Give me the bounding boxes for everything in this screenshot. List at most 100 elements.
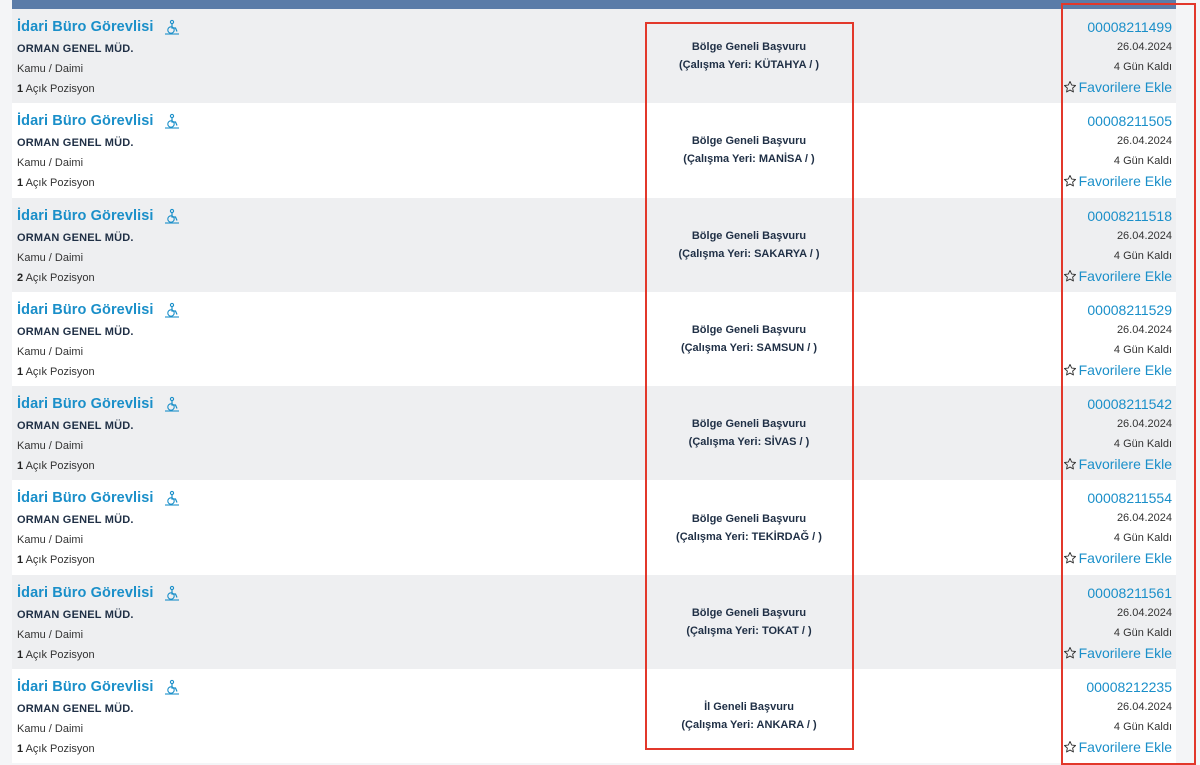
employer-name: ORMAN GENEL MÜD. xyxy=(17,231,134,244)
job-title-link[interactable]: İdari Büro Görevlisi xyxy=(17,679,154,695)
add-to-favorites-label: Favorilere Ekle xyxy=(1078,456,1172,473)
open-positions-count: 1 xyxy=(17,83,24,95)
add-to-favorites-label: Favorilere Ekle xyxy=(1078,550,1172,567)
job-title-link[interactable]: İdari Büro Görevlisi xyxy=(17,302,154,318)
listing-number-link[interactable]: 00008211529 xyxy=(1063,300,1172,320)
job-info: İdari Büro Görevlisi ORMAN GENEL MÜD. Ka… xyxy=(17,583,180,663)
add-to-favorites-button[interactable]: Favorilere Ekle xyxy=(1063,737,1172,757)
job-title-line: İdari Büro Görevlisi xyxy=(17,488,180,508)
job-info: İdari Büro Görevlisi ORMAN GENEL MÜD. Ka… xyxy=(17,206,180,286)
employer-name: ORMAN GENEL MÜD. xyxy=(17,43,134,55)
listing-number-link[interactable]: 00008211561 xyxy=(1063,583,1172,603)
listing-number-link[interactable]: 00008211499 xyxy=(1063,17,1172,37)
application-scope: Bölge Geneli Başvuru (Çalışma Yeri: TOKA… xyxy=(645,575,853,669)
open-positions-label: Açık Pozisyon xyxy=(25,271,95,284)
listing-number-link[interactable]: 00008211518 xyxy=(1063,206,1172,226)
work-location: (Çalışma Yeri: TOKAT / ) xyxy=(686,624,812,637)
employment-type: Kamu / Daimi xyxy=(17,723,84,736)
employment-type: Kamu / Daimi xyxy=(17,628,84,641)
wheelchair-accessibility-icon xyxy=(164,396,180,412)
open-positions-label: Açık Pozisyon xyxy=(25,460,95,473)
open-positions: 1 Açık Pozisyon xyxy=(17,741,180,757)
application-scope: Bölge Geneli Başvuru (Çalışma Yeri: TEKİ… xyxy=(645,480,853,574)
open-positions: 1 Açık Pozisyon xyxy=(17,81,180,97)
job-title-line: İdari Büro Görevlisi xyxy=(17,583,180,603)
add-to-favorites-button[interactable]: Favorilere Ekle xyxy=(1063,454,1172,474)
work-location: (Çalışma Yeri: ANKARA / ) xyxy=(681,719,817,732)
job-title-link[interactable]: İdari Büro Görevlisi xyxy=(17,113,154,129)
listing-number-link[interactable]: 00008211505 xyxy=(1063,111,1172,131)
listing-meta: 00008211542 26.04.2024 4 Gün Kaldı Favor… xyxy=(1063,394,1172,474)
listing-number-link[interactable]: 00008211542 xyxy=(1063,394,1172,414)
listing-number-link[interactable]: 00008212235 xyxy=(1063,677,1172,697)
employer-name: ORMAN GENEL MÜD. xyxy=(17,420,134,433)
employment-type: Kamu / Daimi xyxy=(17,440,84,453)
employer-name: ORMAN GENEL MÜD. xyxy=(17,608,134,621)
star-icon xyxy=(1063,174,1077,188)
days-remaining: 4 Gün Kaldı xyxy=(1113,721,1172,734)
add-to-favorites-button[interactable]: Favorilere Ekle xyxy=(1063,77,1172,97)
job-title-link[interactable]: İdari Büro Görevlisi xyxy=(17,19,154,35)
job-title-line: İdari Büro Görevlisi xyxy=(17,394,180,414)
scope-label: Bölge Geneli Başvuru xyxy=(691,606,807,619)
employer-name: ORMAN GENEL MÜD. xyxy=(17,514,134,527)
job-listing-row: İdari Büro Görevlisi ORMAN GENEL MÜD. Ka… xyxy=(12,197,1176,292)
listing-number-link[interactable]: 00008211554 xyxy=(1063,488,1172,508)
open-positions-label: Açık Pozisyon xyxy=(25,365,95,378)
add-to-favorites-button[interactable]: Favorilere Ekle xyxy=(1063,548,1172,568)
wheelchair-accessibility-icon xyxy=(164,679,180,695)
listing-date: 26.04.2024 xyxy=(1116,135,1172,148)
listing-meta: 00008212235 26.04.2024 4 Gün Kaldı Favor… xyxy=(1063,677,1172,757)
application-scope: Bölge Geneli Başvuru (Çalışma Yeri: MANİ… xyxy=(645,103,853,197)
add-to-favorites-button[interactable]: Favorilere Ekle xyxy=(1063,360,1172,380)
open-positions-count: 1 xyxy=(17,365,24,378)
employment-type: Kamu / Daimi xyxy=(17,534,84,547)
work-location: (Çalışma Yeri: SİVAS / ) xyxy=(688,436,810,449)
days-remaining: 4 Gün Kaldı xyxy=(1113,249,1172,262)
listing-date: 26.04.2024 xyxy=(1116,701,1172,714)
job-title-link[interactable]: İdari Büro Görevlisi xyxy=(17,396,154,412)
scope-label: Bölge Geneli Başvuru xyxy=(691,512,807,525)
employment-type: Kamu / Daimi xyxy=(17,251,84,264)
wheelchair-accessibility-icon xyxy=(164,113,180,129)
job-listing-row: İdari Büro Görevlisi ORMAN GENEL MÜD. Ka… xyxy=(12,386,1176,481)
add-to-favorites-button[interactable]: Favorilere Ekle xyxy=(1063,171,1172,191)
listing-date: 26.04.2024 xyxy=(1116,418,1172,431)
star-icon xyxy=(1063,551,1077,565)
add-to-favorites-label: Favorilere Ekle xyxy=(1078,173,1172,190)
job-title-link[interactable]: İdari Büro Görevlisi xyxy=(17,208,154,224)
open-positions: 1 Açık Pozisyon xyxy=(17,175,180,191)
scope-label: Bölge Geneli Başvuru xyxy=(691,324,807,337)
star-icon xyxy=(1063,80,1077,94)
open-positions: 1 Açık Pozisyon xyxy=(17,458,180,474)
open-positions-label: Açık Pozisyon xyxy=(25,177,95,190)
add-to-favorites-button[interactable]: Favorilere Ekle xyxy=(1063,643,1172,663)
job-title-line: İdari Büro Görevlisi xyxy=(17,206,180,226)
star-icon xyxy=(1063,646,1077,660)
application-scope: Bölge Geneli Başvuru (Çalışma Yeri: SAMS… xyxy=(645,292,853,386)
job-title-line: İdari Büro Görevlisi xyxy=(17,677,180,697)
application-scope: Bölge Geneli Başvuru (Çalışma Yeri: KÜTA… xyxy=(645,9,853,103)
listing-date: 26.04.2024 xyxy=(1116,41,1172,53)
listing-date: 26.04.2024 xyxy=(1116,606,1172,619)
employer-name: ORMAN GENEL MÜD. xyxy=(17,325,134,338)
job-title-link[interactable]: İdari Büro Görevlisi xyxy=(17,490,154,506)
add-to-favorites-label: Favorilere Ekle xyxy=(1078,267,1172,284)
open-positions: 1 Açık Pozisyon xyxy=(17,364,180,380)
listing-meta: 00008211554 26.04.2024 4 Gün Kaldı Favor… xyxy=(1063,488,1172,568)
job-listing-row: İdari Büro Görevlisi ORMAN GENEL MÜD. Ka… xyxy=(12,574,1176,670)
days-remaining: 4 Gün Kaldı xyxy=(1113,438,1172,451)
add-to-favorites-label: Favorilere Ekle xyxy=(1078,79,1172,95)
job-title-link[interactable]: İdari Büro Görevlisi xyxy=(17,585,154,601)
open-positions-count: 1 xyxy=(17,648,24,661)
add-to-favorites-button[interactable]: Favorilere Ekle xyxy=(1063,266,1172,286)
job-listing-list: İdari Büro Görevlisi ORMAN GENEL MÜD. Ka… xyxy=(12,9,1176,764)
star-icon xyxy=(1063,363,1077,377)
job-listing-row: İdari Büro Görevlisi ORMAN GENEL MÜD. Ka… xyxy=(12,291,1176,387)
listing-date: 26.04.2024 xyxy=(1116,512,1172,525)
job-listing-row: İdari Büro Görevlisi ORMAN GENEL MÜD. Ka… xyxy=(12,9,1176,104)
job-listing-row: İdari Büro Görevlisi ORMAN GENEL MÜD. Ka… xyxy=(12,103,1176,198)
days-remaining: 4 Gün Kaldı xyxy=(1113,155,1172,168)
scope-label: Bölge Geneli Başvuru xyxy=(691,418,807,431)
days-remaining: 4 Gün Kaldı xyxy=(1113,626,1172,639)
